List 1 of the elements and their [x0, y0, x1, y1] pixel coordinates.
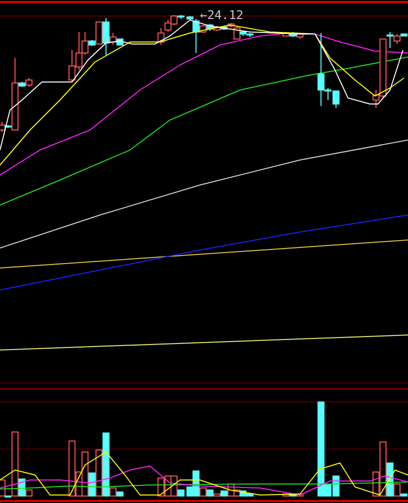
price-label: ←24.12 — [200, 9, 244, 21]
